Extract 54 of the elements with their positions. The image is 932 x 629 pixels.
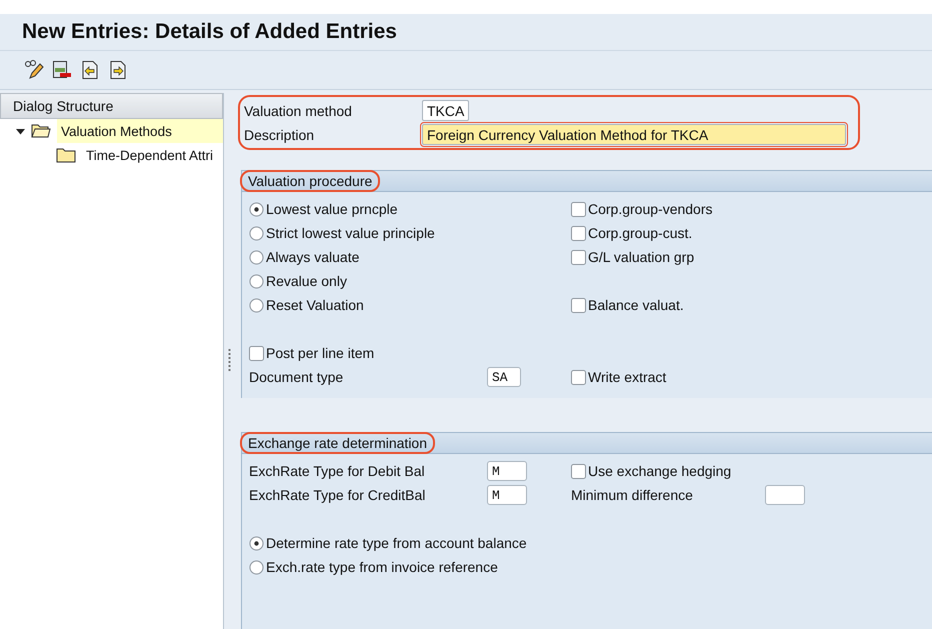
option-label: Use exchange hedging [588,463,732,479]
folder-icon [56,147,76,163]
checkbox[interactable] [571,250,586,264]
field-label: Minimum difference [571,487,694,503]
option-label: Exch.rate type from invoice reference [266,559,498,575]
input-field[interactable]: SA [487,367,521,387]
field-label: Description [244,126,316,142]
glasses-pencil-icon[interactable] [24,60,44,80]
field-label: ExchRate Type for Debit Bal [249,463,426,479]
delete-row-icon[interactable] [52,60,72,80]
previous-entry-icon[interactable] [80,60,100,80]
radio-button[interactable] [249,202,264,216]
option-label: Post per line item [266,345,374,361]
input-field[interactable]: M [487,485,527,505]
option-label: Strict lowest value principle [266,225,435,241]
input-field[interactable]: Foreign Currency Valuation Method for TKCA [422,124,846,145]
option-label: Determine rate type from account balance [266,535,527,551]
checkbox[interactable] [571,226,586,240]
checkbox[interactable] [571,370,586,384]
radio-button[interactable] [249,298,264,312]
input-field[interactable]: TKCA [422,100,470,121]
checkbox[interactable] [571,464,586,478]
field-label: Document type [249,369,344,385]
radio-button[interactable] [249,536,264,550]
screen-title: New Entries: Details of Added Entries [22,20,397,44]
open-folder-icon [31,123,51,139]
field-label: Valuation method [244,102,353,118]
splitter-handle[interactable] [228,349,230,371]
radio-button[interactable] [249,274,264,288]
radio-button[interactable] [249,250,264,264]
radio-button[interactable] [249,560,264,574]
option-label: Corp.group-cust. [588,225,692,241]
panel-header: Dialog Structure [0,93,223,119]
next-entry-icon[interactable] [108,60,128,80]
tree-item[interactable]: Time-Dependent Attri [82,143,223,167]
expand-caret-icon[interactable] [16,126,25,136]
checkbox[interactable] [571,298,586,312]
option-label: Reset Valuation [266,297,364,313]
option-label: G/L valuation grp [588,249,694,265]
checkbox[interactable] [249,346,264,360]
tree-item[interactable]: Valuation Methods [57,119,223,143]
option-label: Revalue only [266,273,347,289]
section-title: Valuation procedure [240,170,380,192]
radio-button[interactable] [249,226,264,240]
option-label: Corp.group-vendors [588,201,713,217]
option-label: Write extract [588,369,666,385]
option-label: Balance valuat. [588,297,684,313]
option-label: Always valuate [266,249,360,265]
section-title: Exchange rate determination [240,432,435,454]
checkbox[interactable] [571,202,586,216]
field-label: ExchRate Type for CreditBal [249,487,426,503]
input-field[interactable]: M [487,461,527,481]
option-label: Lowest value prncple [266,201,398,217]
input-field[interactable] [765,485,805,505]
